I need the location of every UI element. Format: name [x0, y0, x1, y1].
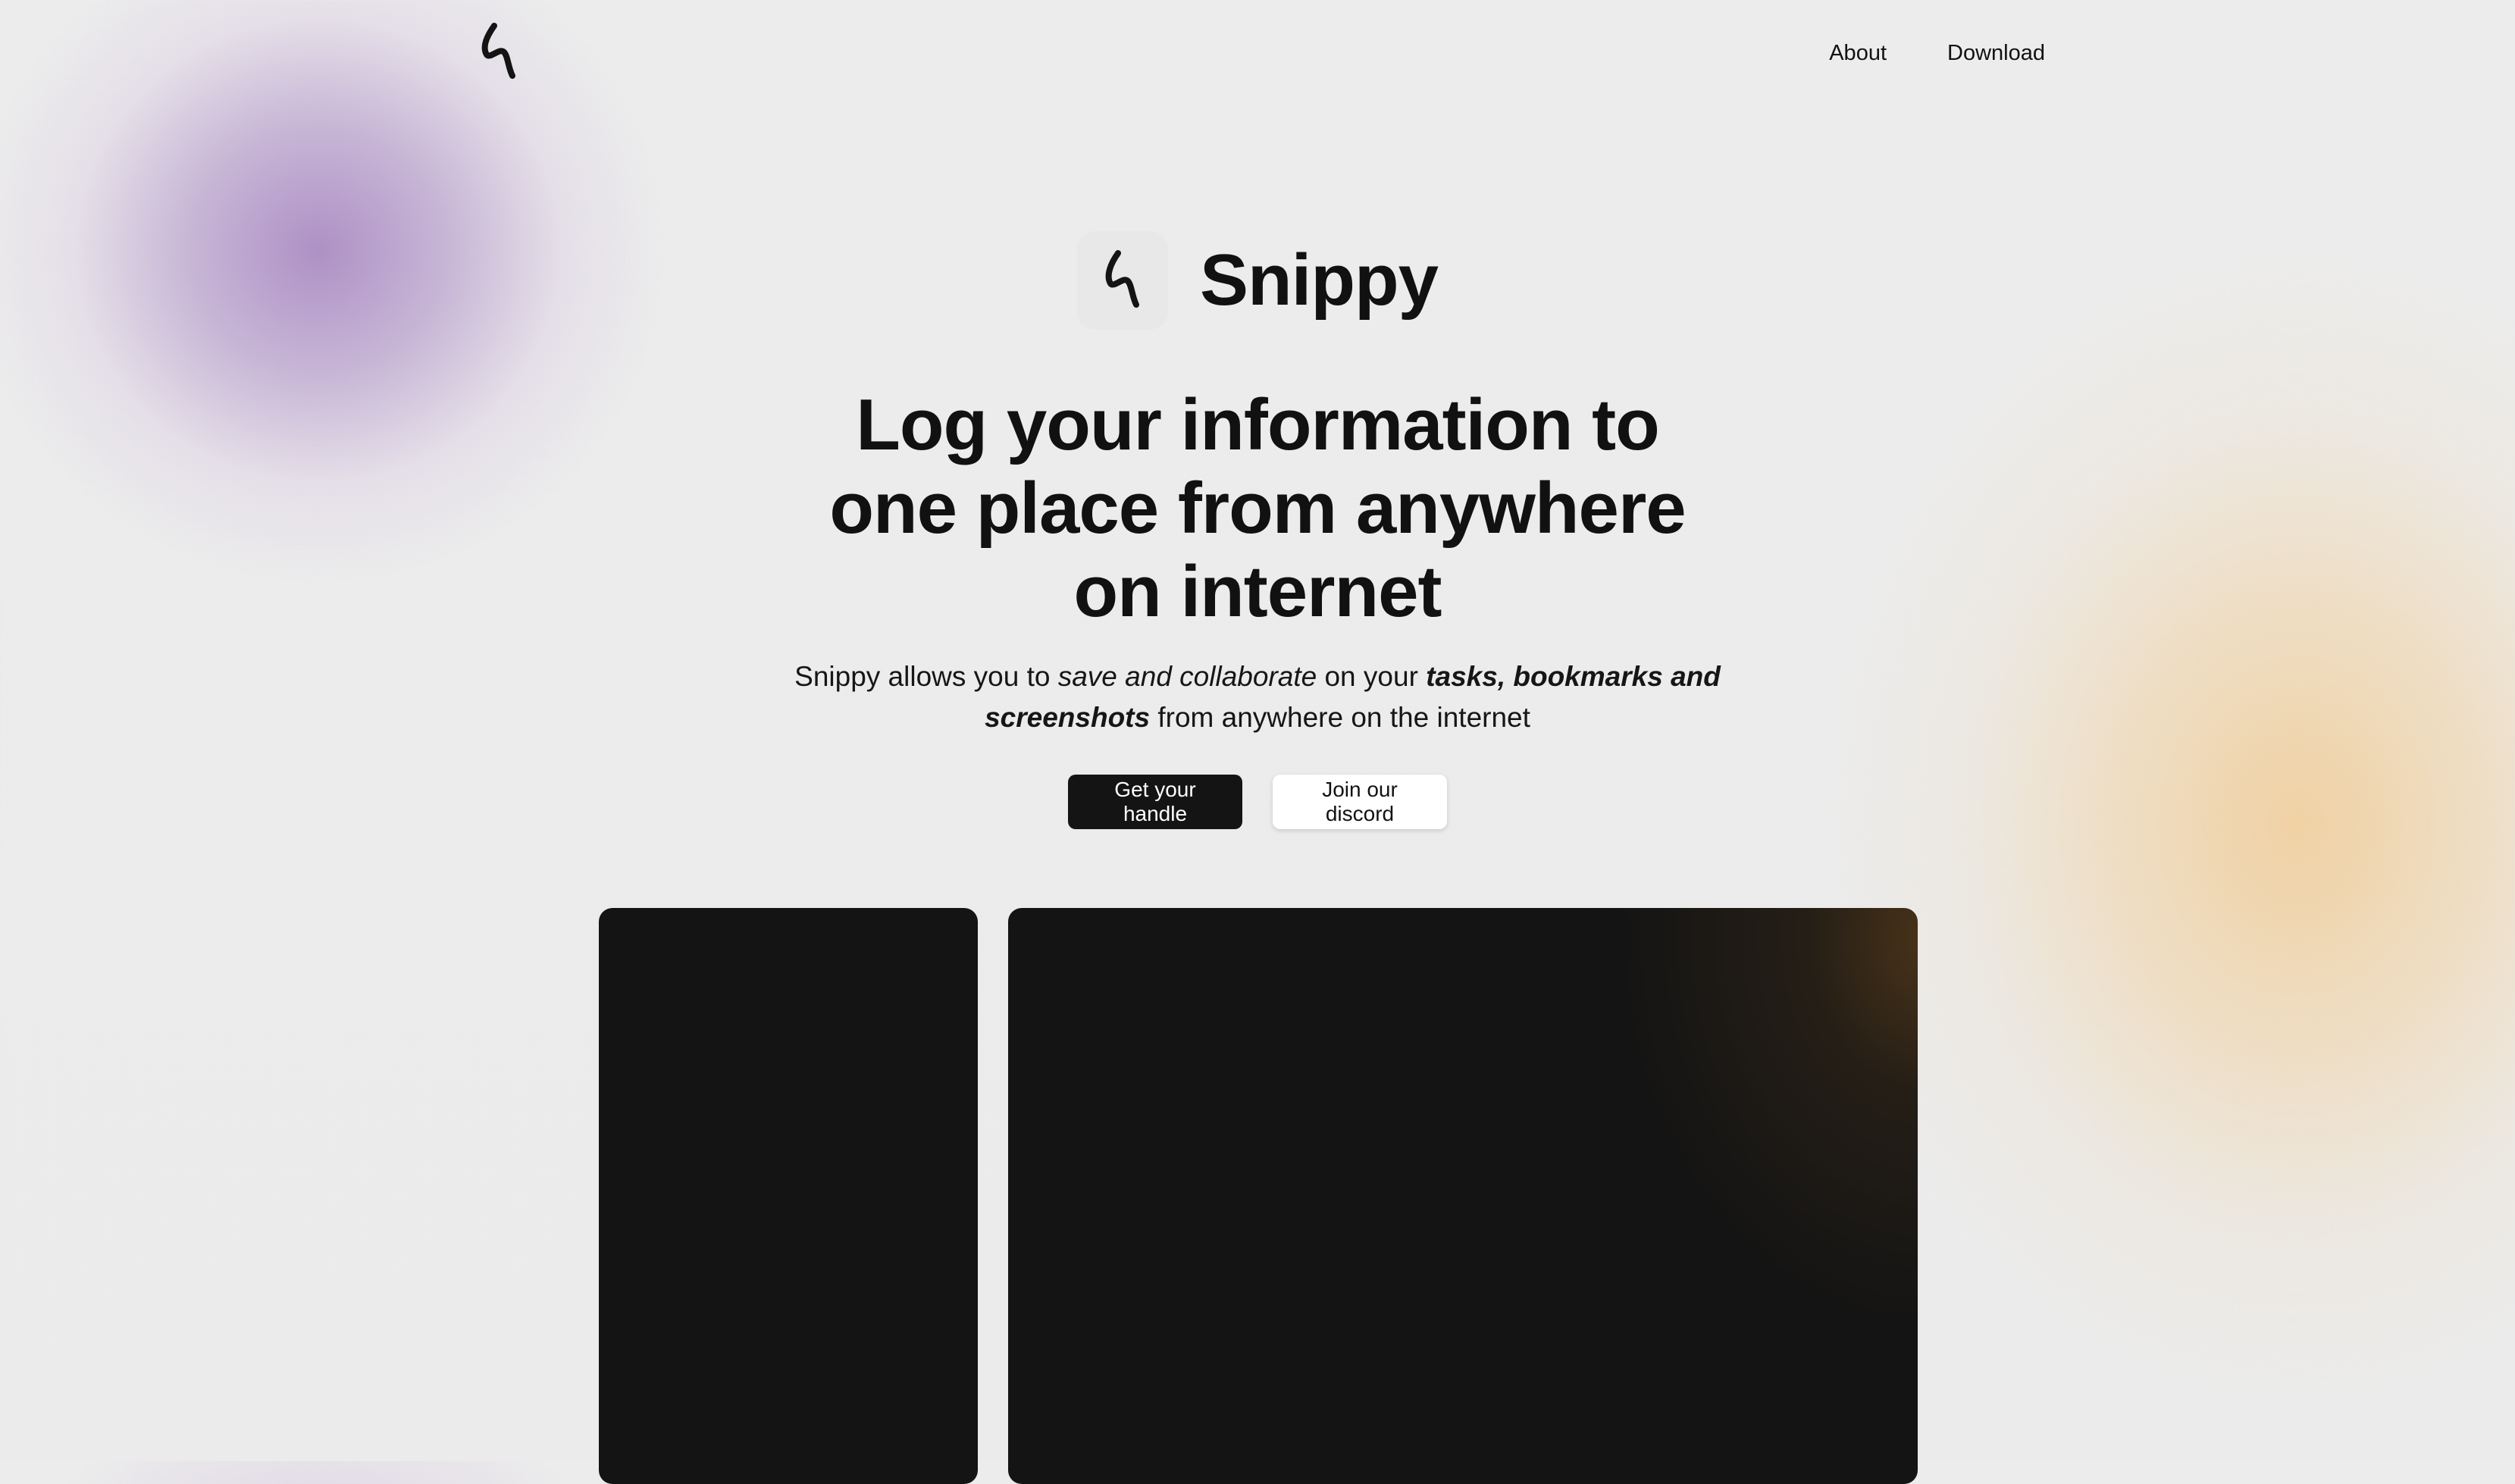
nav-download-link[interactable]: Download [1947, 39, 2045, 67]
brand-name: Snippy [1199, 240, 1439, 321]
brand-row: Snippy [0, 227, 2515, 333]
preview-panel-right [1008, 908, 1918, 1484]
snippy-logo-icon[interactable] [478, 21, 520, 80]
nav-about-link[interactable]: About [1829, 39, 1887, 67]
brand-icon-tile [1076, 231, 1168, 330]
join-discord-button[interactable]: Join our discord [1273, 775, 1447, 829]
top-nav: About Download [0, 0, 2515, 106]
subtitle-text: from anywhere on the internet [1150, 702, 1530, 733]
subtitle-text: on your [1317, 661, 1427, 692]
get-handle-button[interactable]: Get your handle [1068, 775, 1242, 829]
headline-line: on internet [1073, 551, 1442, 632]
headline-line: Log your information to [856, 384, 1660, 465]
hero-headline: Log your information to one place from a… [810, 384, 1705, 634]
nav-links: About Download [1829, 39, 2045, 67]
preview-panel-left [599, 908, 978, 1484]
headline-line: one place from anywhere [829, 468, 1686, 549]
hero-subtitle: Snippy allows you to save and collaborat… [788, 656, 1727, 738]
cta-row: Get your handle Join our discord [0, 775, 2515, 829]
hero-section: Snippy Log your information to one place… [0, 227, 2515, 829]
snippy-squiggle-icon [1101, 249, 1144, 313]
subtitle-text: Snippy allows you to [794, 661, 1058, 692]
subtitle-emphasis: save and collaborate [1057, 661, 1317, 692]
